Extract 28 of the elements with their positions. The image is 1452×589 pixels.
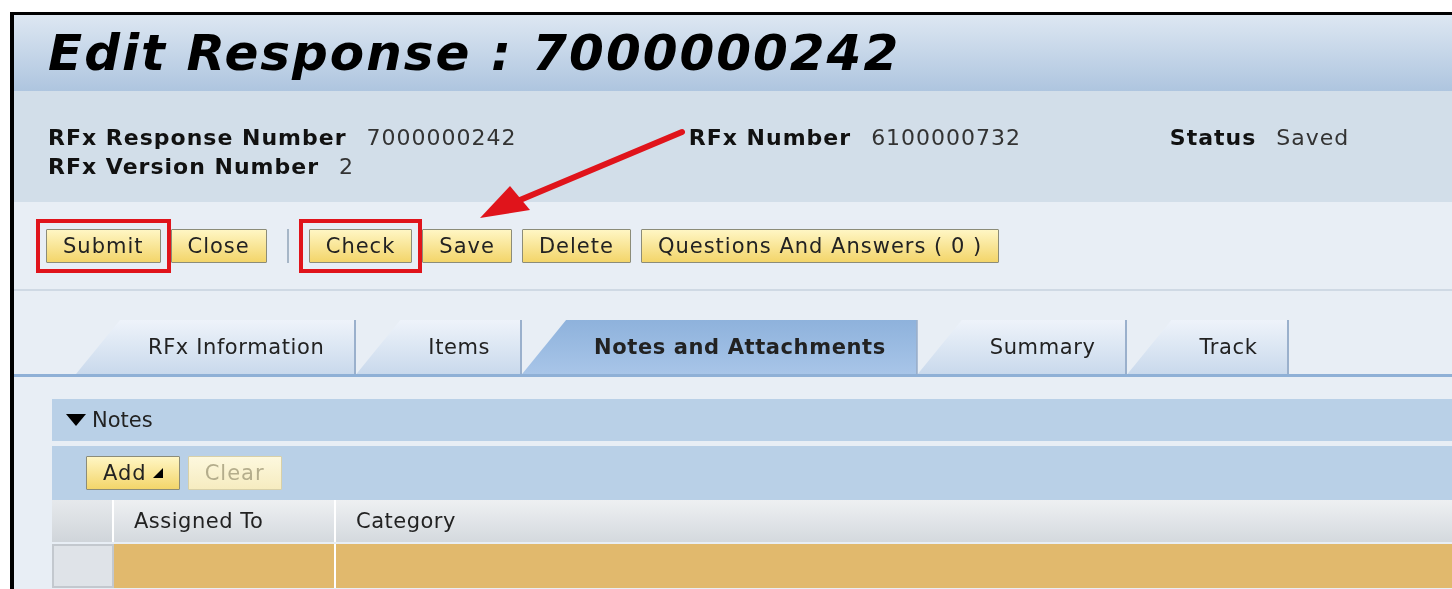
tab[interactable]: Notes and Attachments <box>522 320 918 374</box>
notes-button[interactable]: Add <box>86 456 180 490</box>
panel-title: Notes <box>92 408 153 432</box>
toolbar-button[interactable]: Submit <box>46 228 161 263</box>
tab[interactable]: RFx Information <box>76 320 357 374</box>
column-header: Category <box>336 500 1452 542</box>
field-label: RFx Version Number <box>48 154 319 179</box>
field-label: RFx Response Number <box>48 125 347 150</box>
caret-icon <box>152 468 163 478</box>
toolbar-button[interactable]: Close <box>170 228 267 263</box>
tab[interactable]: Summary <box>917 320 1128 374</box>
field-label: RFx Number <box>688 125 852 150</box>
toolbar-button[interactable]: Delete <box>521 228 631 263</box>
toolbar-button[interactable]: Check <box>308 228 413 263</box>
tab[interactable]: Items <box>356 320 523 374</box>
toolbar-button[interactable]: Save <box>422 228 512 263</box>
header-corner <box>52 500 114 542</box>
page-title: Edit Response : 7000000242 <box>48 24 901 82</box>
notes-header[interactable]: Notes <box>52 399 1452 441</box>
column-header: Assigned To <box>114 500 336 542</box>
tab[interactable]: Track <box>1127 320 1290 374</box>
field-value: 7000000242 <box>366 125 517 150</box>
toolbar-button[interactable]: Questions And Answers ( 0 ) <box>640 228 1000 263</box>
field-value: Saved <box>1276 125 1350 150</box>
field-label: Status <box>1169 125 1257 150</box>
row-selector[interactable] <box>52 544 114 588</box>
field-value: 2 <box>339 154 354 179</box>
field-value: 6100000732 <box>871 125 1022 150</box>
